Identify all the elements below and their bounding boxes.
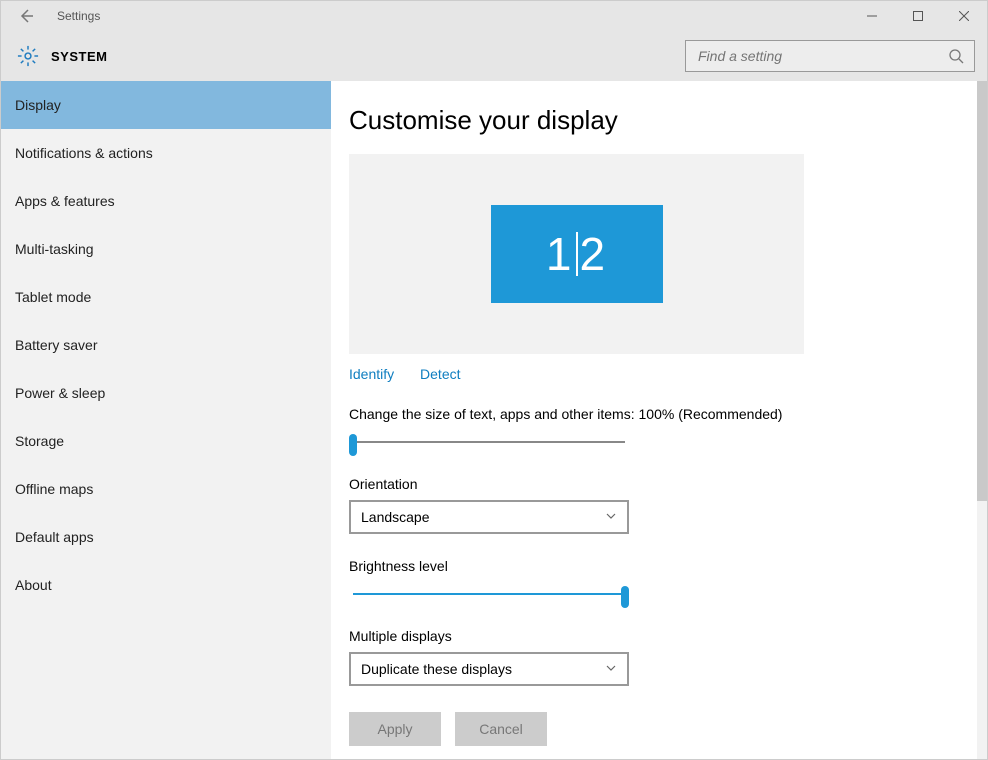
settings-window: Settings SYSTEM Display Notifications & …	[0, 0, 988, 760]
titlebar: Settings	[1, 1, 987, 31]
sidebar-item-label: Display	[15, 97, 61, 113]
sidebar-item-power[interactable]: Power & sleep	[1, 369, 331, 417]
vertical-scrollbar[interactable]	[977, 81, 987, 759]
display-links: Identify Detect	[349, 366, 975, 382]
slider-track-icon	[353, 441, 625, 443]
sidebar-item-notifications[interactable]: Notifications & actions	[1, 129, 331, 177]
close-button[interactable]	[941, 1, 987, 31]
sidebar-item-label: Battery saver	[15, 337, 97, 353]
back-button[interactable]	[1, 1, 51, 31]
sidebar-item-tablet[interactable]: Tablet mode	[1, 273, 331, 321]
sidebar-item-maps[interactable]: Offline maps	[1, 465, 331, 513]
sidebar-item-label: Notifications & actions	[15, 145, 153, 161]
header: SYSTEM	[1, 31, 987, 81]
apply-button[interactable]: Apply	[349, 712, 441, 746]
sidebar-item-multitasking[interactable]: Multi-tasking	[1, 225, 331, 273]
monitor-number-2: 2	[580, 227, 608, 281]
orientation-label: Orientation	[349, 476, 975, 492]
monitor-number-1: 1	[546, 227, 574, 281]
scrollbar-thumb-icon	[977, 81, 987, 501]
slider-track-icon	[353, 593, 625, 595]
cancel-button[interactable]: Cancel	[455, 712, 547, 746]
detect-link[interactable]: Detect	[420, 366, 460, 382]
sidebar-item-label: Storage	[15, 433, 64, 449]
settings-gear-icon	[13, 41, 43, 71]
brightness-slider[interactable]	[349, 584, 629, 604]
sidebar-item-label: Apps & features	[15, 193, 115, 209]
button-row: Apply Cancel	[349, 712, 975, 746]
minimize-button[interactable]	[849, 1, 895, 31]
search-input[interactable]	[696, 47, 948, 65]
sidebar-item-label: Default apps	[15, 529, 94, 545]
sidebar-item-battery[interactable]: Battery saver	[1, 321, 331, 369]
display-preview[interactable]: 12	[349, 154, 804, 354]
header-section-title: SYSTEM	[51, 49, 107, 64]
main-scroll: Customise your display 12 Identify Detec…	[331, 81, 975, 759]
window-title: Settings	[57, 9, 100, 23]
brightness-label: Brightness level	[349, 558, 975, 574]
cancel-label: Cancel	[479, 721, 523, 737]
chevron-down-icon	[605, 509, 617, 525]
search-icon	[948, 48, 964, 64]
sidebar: Display Notifications & actions Apps & f…	[1, 81, 331, 759]
sidebar-item-label: Power & sleep	[15, 385, 105, 401]
multi-displays-label: Multiple displays	[349, 628, 975, 644]
scale-slider[interactable]	[349, 432, 629, 452]
back-arrow-icon	[18, 8, 34, 24]
sidebar-item-display[interactable]: Display	[1, 81, 331, 129]
scale-label: Change the size of text, apps and other …	[349, 406, 975, 422]
maximize-button[interactable]	[895, 1, 941, 31]
sidebar-item-label: Offline maps	[15, 481, 93, 497]
window-controls	[849, 1, 987, 31]
slider-thumb-icon	[349, 434, 357, 456]
sidebar-item-label: Multi-tasking	[15, 241, 94, 257]
multi-displays-value: Duplicate these displays	[361, 661, 512, 677]
display-monitor-icon: 12	[491, 205, 663, 303]
sidebar-item-about[interactable]: About	[1, 561, 331, 609]
body: Display Notifications & actions Apps & f…	[1, 81, 987, 759]
sidebar-item-label: About	[15, 577, 52, 593]
apply-label: Apply	[377, 721, 412, 737]
page-heading: Customise your display	[349, 105, 975, 136]
sidebar-item-apps[interactable]: Apps & features	[1, 177, 331, 225]
orientation-dropdown[interactable]: Landscape	[349, 500, 629, 534]
sidebar-item-defaultapps[interactable]: Default apps	[1, 513, 331, 561]
multi-displays-dropdown[interactable]: Duplicate these displays	[349, 652, 629, 686]
sidebar-item-label: Tablet mode	[15, 289, 91, 305]
sidebar-item-storage[interactable]: Storage	[1, 417, 331, 465]
main-panel: Customise your display 12 Identify Detec…	[331, 81, 987, 759]
slider-thumb-icon	[621, 586, 629, 608]
search-box[interactable]	[685, 40, 975, 72]
identify-link[interactable]: Identify	[349, 366, 394, 382]
chevron-down-icon	[605, 661, 617, 677]
orientation-value: Landscape	[361, 509, 430, 525]
monitor-divider-icon	[576, 232, 578, 276]
